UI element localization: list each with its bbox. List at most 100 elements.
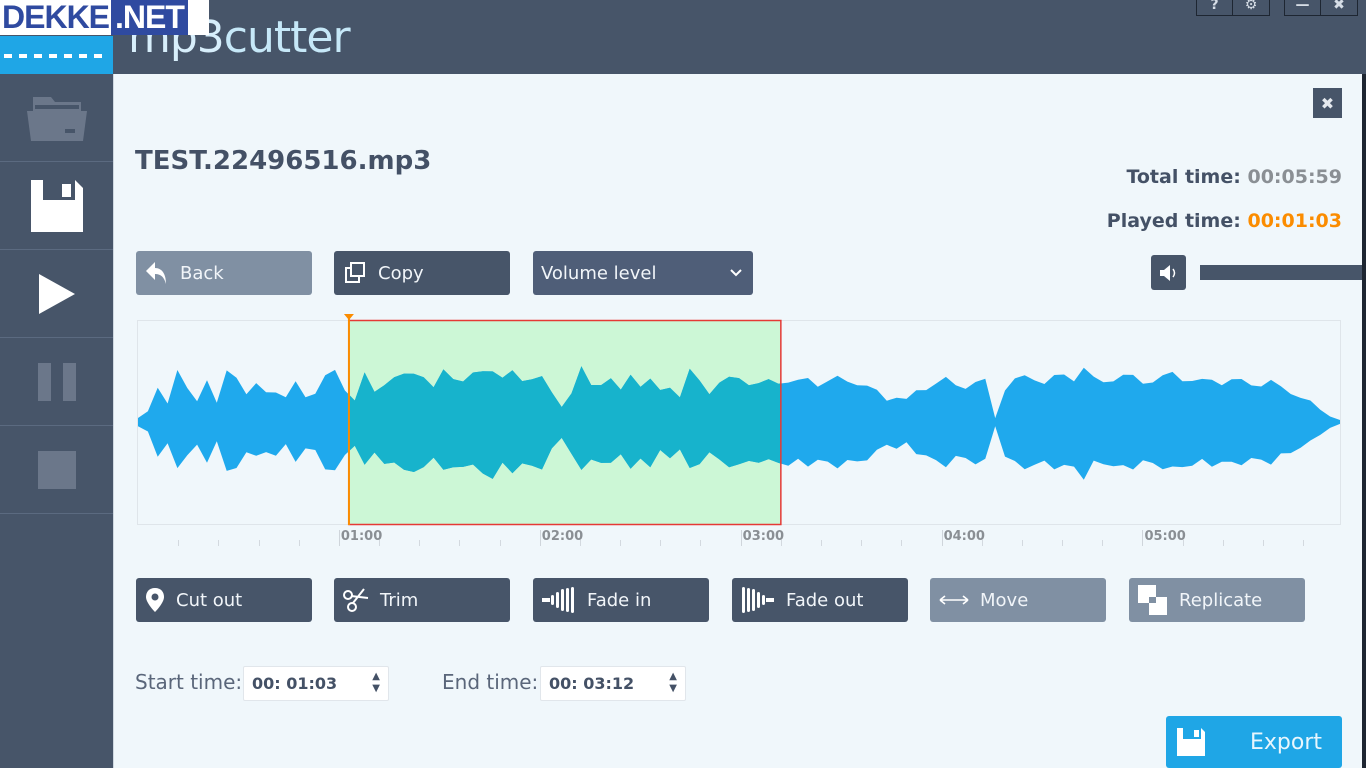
help-settings-group: ? ⚙ <box>1196 0 1270 16</box>
map-pin-icon <box>144 587 166 613</box>
chevron-down-icon <box>730 269 742 277</box>
back-button[interactable]: Back <box>136 251 312 295</box>
end-time-label: End time: <box>442 670 539 694</box>
help-icon: ? <box>1210 0 1219 13</box>
start-time-label: Start time: <box>135 670 243 694</box>
watermark-part2: .NET <box>111 0 188 35</box>
fade-out-label: Fade out <box>786 589 864 611</box>
minor-tick <box>1222 540 1224 546</box>
tick-label: 03:00 <box>742 529 785 544</box>
minor-tick <box>901 540 903 546</box>
total-time-value: 00:05:59 <box>1247 166 1342 188</box>
replicate-button[interactable]: Replicate <box>1129 578 1305 622</box>
sidebar-item-open[interactable] <box>0 74 113 162</box>
trim-button[interactable]: Trim <box>334 578 510 622</box>
move-label: Move <box>980 589 1029 611</box>
double-arrow-icon <box>938 587 970 613</box>
waveform[interactable] <box>137 312 1343 528</box>
cut-out-button[interactable]: Cut out <box>136 578 312 622</box>
floppy-disk-icon <box>1177 728 1205 756</box>
close-icon: ✖ <box>1333 0 1345 13</box>
major-tick <box>338 530 340 546</box>
end-time-value: 00: 03:12 <box>549 674 635 693</box>
minor-tick <box>258 540 260 546</box>
minor-tick <box>1062 540 1064 546</box>
end-time-input[interactable]: 00: 03:12 ▲ ▼ <box>540 666 686 701</box>
volume-slider[interactable] <box>1200 265 1362 280</box>
pause-icon <box>37 362 76 401</box>
speaker-icon <box>1159 264 1175 281</box>
close-panel-button[interactable]: ✖ <box>1313 88 1342 118</box>
minor-tick <box>660 540 662 546</box>
played-time-value: 00:01:03 <box>1247 210 1342 232</box>
trim-label: Trim <box>380 589 419 611</box>
fade-in-label: Fade in <box>587 589 652 611</box>
minor-tick <box>700 540 702 546</box>
minimize-icon: — <box>1295 0 1310 13</box>
help-button[interactable]: ? <box>1197 0 1233 15</box>
total-time: Total time: 00:05:59 <box>1126 166 1342 188</box>
copy-label: Copy <box>378 262 424 284</box>
played-time-label: Played time: <box>1106 210 1241 232</box>
copy-button[interactable]: Copy <box>334 251 510 295</box>
tick-label: 02:00 <box>541 529 584 544</box>
settings-button[interactable]: ⚙ <box>1233 0 1269 15</box>
volume-level-selected: Volume level <box>541 262 657 284</box>
major-tick <box>941 530 943 546</box>
sidebar-item-play[interactable] <box>0 250 113 338</box>
minimize-button[interactable]: — <box>1285 0 1321 15</box>
export-button[interactable]: Export <box>1166 716 1342 768</box>
up-arrow-icon[interactable]: ▲ <box>669 671 677 683</box>
logo-dashes <box>4 54 108 58</box>
export-label: Export <box>1250 729 1323 755</box>
tick-label: 01:00 <box>340 529 383 544</box>
volume-button[interactable] <box>1151 255 1186 290</box>
back-label: Back <box>180 262 224 284</box>
minor-tick <box>620 540 622 546</box>
major-tick <box>1142 530 1144 546</box>
close-window-button[interactable]: ✖ <box>1321 0 1357 15</box>
watermark-part1: DEKKE <box>2 0 110 35</box>
start-time-value: 00: 01:03 <box>252 674 338 693</box>
replicate-icon <box>1137 585 1169 615</box>
minor-tick <box>1102 540 1104 546</box>
minor-tick <box>1262 540 1264 546</box>
major-tick <box>539 530 541 546</box>
scissors-icon <box>342 587 370 613</box>
sidebar <box>0 74 113 768</box>
sidebar-item-stop[interactable] <box>0 426 113 514</box>
playhead-marker[interactable] <box>343 314 354 320</box>
close-icon: ✖ <box>1320 93 1335 113</box>
watermark: DEKKE .NET <box>0 0 209 35</box>
minor-tick <box>459 540 461 546</box>
tick-label: 05:00 <box>1144 529 1186 544</box>
start-time-input[interactable]: 00: 01:03 ▲ ▼ <box>243 666 389 701</box>
fade-in-icon <box>541 587 577 613</box>
minor-tick <box>861 540 863 546</box>
minor-tick <box>499 540 501 546</box>
copy-icon <box>342 260 368 286</box>
app-title-suffix: cutter <box>223 12 351 63</box>
up-arrow-icon[interactable]: ▲ <box>372 671 380 683</box>
minor-tick <box>218 540 220 546</box>
major-tick <box>740 530 742 546</box>
floppy-disk-icon <box>30 179 83 232</box>
folder-icon <box>26 96 87 141</box>
total-time-label: Total time: <box>1126 166 1241 188</box>
move-button[interactable]: Move <box>930 578 1106 622</box>
sidebar-item-save[interactable] <box>0 162 113 250</box>
window-edge <box>1362 74 1366 768</box>
end-time-stepper[interactable]: ▲ ▼ <box>669 671 677 695</box>
sidebar-item-pause[interactable] <box>0 338 113 426</box>
replicate-label: Replicate <box>1179 589 1263 611</box>
gear-icon: ⚙ <box>1244 0 1258 13</box>
volume-level-select[interactable]: Volume level <box>533 251 753 295</box>
start-time-stepper[interactable]: ▲ ▼ <box>372 671 380 695</box>
fade-in-button[interactable]: Fade in <box>533 578 709 622</box>
fade-out-button[interactable]: Fade out <box>732 578 908 622</box>
minor-tick <box>1021 540 1023 546</box>
down-arrow-icon[interactable]: ▼ <box>669 683 677 695</box>
fade-out-icon <box>740 587 776 613</box>
file-name: TEST.22496516.mp3 <box>135 146 432 176</box>
down-arrow-icon[interactable]: ▼ <box>372 683 380 695</box>
